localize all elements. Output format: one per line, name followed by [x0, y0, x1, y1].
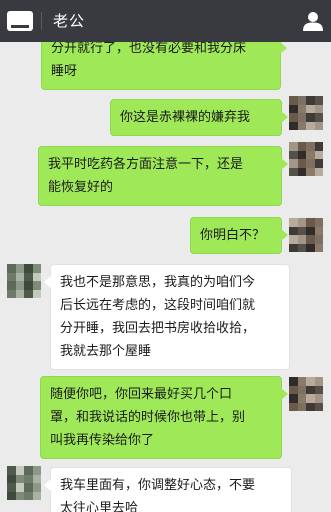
- message-line: 我车里面有，你调整好心态，不要: [60, 478, 256, 493]
- my-avatar[interactable]: [289, 142, 323, 176]
- message-line: 我就去那个屋睡: [60, 344, 152, 359]
- my-avatar[interactable]: [289, 96, 323, 130]
- message-bubble-received[interactable]: 我车里面有，你调整好心态，不要 太往心里去哈: [44, 467, 292, 512]
- my-avatar[interactable]: [289, 218, 323, 252]
- message-line: 睡呀: [51, 64, 78, 79]
- user-profile-icon[interactable]: [302, 10, 324, 32]
- message-line: 叫我再传染给你了: [50, 433, 155, 448]
- message-line: 我平时吃药各方面注意一下，还是: [48, 157, 244, 172]
- message-bubble-sent[interactable]: 分开就行了，也没有必要和我分床 睡呀: [41, 42, 287, 90]
- message-bubble-sent[interactable]: 你明白不？: [190, 217, 288, 254]
- message-bubble-sent[interactable]: 你这是赤裸裸的嫌弃我: [110, 99, 288, 136]
- message-line: 能恢复好的: [48, 180, 114, 195]
- message-line: 分开就行了，也没有必要和我分床: [51, 42, 247, 56]
- contact-avatar[interactable]: [7, 466, 41, 500]
- message-bubble-sent[interactable]: 我平时吃药各方面注意一下，还是 能恢复好的: [38, 146, 288, 206]
- message-bubble-received[interactable]: 我也不是那意思，我真的为咱们今 后长远在考虑的，这段时间咱们就 分开睡，我回去把…: [44, 264, 290, 370]
- message-line: 随便你吧，你回来最好买几个口: [50, 387, 233, 402]
- my-avatar[interactable]: [289, 377, 323, 411]
- message-line: 太往心里去哈: [60, 501, 139, 512]
- keyboard-icon[interactable]: [7, 11, 33, 31]
- message-line: 我也不是那意思，我真的为咱们今: [60, 275, 256, 290]
- message-line: 你这是赤裸裸的嫌弃我: [120, 110, 251, 125]
- message-line: 后长远在考虑的，这段时间咱们就: [60, 298, 256, 313]
- top-bar: 老公: [0, 0, 331, 42]
- message-line: 罩，和我说话的时候你也带上，别: [50, 410, 246, 425]
- contact-avatar[interactable]: [7, 264, 41, 298]
- message-line: 分开睡，我回去把书房收拾收拾，: [60, 321, 256, 336]
- message-bubble-sent[interactable]: 随便你吧，你回来最好买几个口 罩，和我说话的时候你也带上，别 叫我再传染给你了: [40, 376, 288, 459]
- header-divider: [41, 12, 42, 30]
- message-line: 你明白不？: [200, 228, 266, 243]
- chat-title: 老公: [53, 12, 86, 30]
- chat-area[interactable]: 分开就行了，也没有必要和我分床 睡呀 你这是赤裸裸的嫌弃我 我平时吃药各方面注意…: [0, 42, 331, 512]
